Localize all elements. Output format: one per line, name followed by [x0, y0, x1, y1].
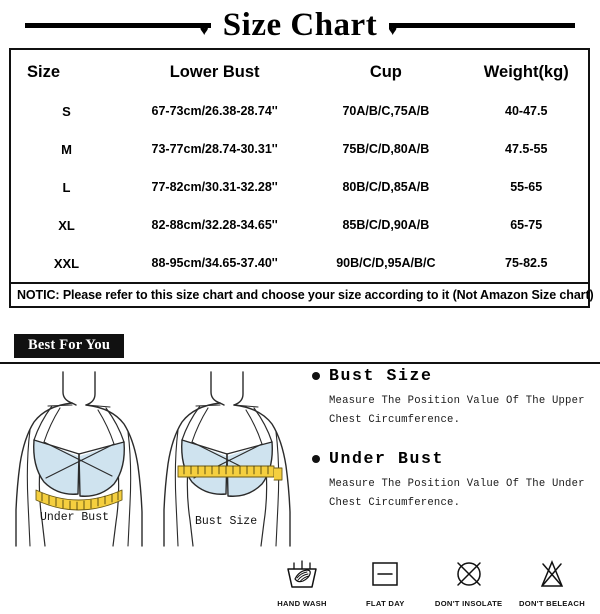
care-label: HAND WASH [277, 599, 327, 608]
cell-weight: 55-65 [510, 180, 543, 194]
best-for-you-banner: Best For You [0, 334, 600, 364]
cell-size: L [62, 179, 71, 195]
title-rule-left: ♥ [24, 22, 211, 38]
measure-item-under-bust: Under Bust Measure The Position Value Of… [312, 449, 594, 514]
figure-label-under-bust: Under Bust [40, 511, 109, 524]
size-chart-table: Size Lower Bust Cup Weight(kg) S 67-73cm… [9, 48, 594, 308]
cell-weight: 40-47.5 [505, 104, 548, 118]
cell-cup: 90B/C/D,95A/B/C [336, 256, 436, 270]
care-label: DON'T BELEACH [518, 599, 585, 608]
cell-lower-bust: 88-95cm/34.65-37.40'' [151, 256, 278, 270]
cell-size: XXL [53, 255, 80, 271]
measure-description-line: Chest Circumference. [329, 497, 461, 510]
measurement-illustrations: Under Bust Bust Size [0, 370, 300, 547]
table-row: S 67-73cm/26.38-28.74'' 70A/B/C,75A/B 40… [11, 92, 588, 130]
cell-lower-bust: 82-88cm/32.28-34.65'' [151, 218, 278, 232]
heart-icon: ♥ [199, 21, 209, 39]
column-header-weight: Weight(kg) [483, 62, 569, 81]
measurement-guide-section: Under Bust Bust Size Bust Size Measure T… [0, 364, 600, 614]
measure-description-line: Measure The Position Value Of The Upper [329, 394, 585, 407]
measure-description: Measure The Position Value Of The Upper … [329, 392, 594, 431]
cell-cup: 70A/B/C,75A/B [342, 104, 430, 118]
cell-weight: 65-75 [510, 218, 543, 232]
measure-description-line: Measure The Position Value Of The Under [329, 477, 585, 490]
measure-heading-text: Under Bust [329, 448, 445, 468]
cell-cup: 85B/C/D,90A/B [342, 218, 430, 232]
bullet-icon [312, 454, 320, 463]
dry-flat-icon [345, 553, 425, 595]
no-tumble-dry-icon [429, 553, 509, 595]
heart-icon: ♥ [388, 21, 398, 39]
cell-size: M [61, 141, 72, 157]
cell-size: XL [58, 217, 75, 233]
table-notice-row: NOTIC: Please refer to this size chart a… [11, 282, 594, 306]
table-row: XL 82-88cm/32.28-34.65'' 85B/C/D,90A/B 6… [11, 206, 588, 244]
cell-lower-bust: 67-73cm/26.38-28.74'' [151, 104, 278, 118]
hand-wash-icon [262, 553, 342, 595]
table-row: M 73-77cm/28.74-30.31'' 75B/C/D,80A/B 47… [11, 130, 588, 168]
measurement-text-column: Bust Size Measure The Position Value Of … [312, 366, 594, 532]
measure-heading-text: Bust Size [329, 366, 433, 385]
measure-heading: Under Bust [312, 449, 594, 469]
cell-size: S [62, 103, 71, 119]
cell-cup: 80B/C/D,85A/B [342, 180, 430, 194]
cell-cup: 75B/C/D,80A/B [342, 142, 430, 156]
cell-lower-bust: 73-77cm/28.74-30.31'' [151, 142, 278, 156]
cell-weight: 75-82.5 [505, 256, 548, 270]
no-bleach-icon [512, 553, 592, 595]
bullet-icon [312, 371, 320, 380]
best-for-you-label: Best For You [14, 334, 125, 359]
column-header-cup: Cup [369, 62, 402, 81]
table-header-row: Size Lower Bust Cup Weight(kg) [11, 50, 588, 92]
table-row: XXL 88-95cm/34.65-37.40'' 90B/C/D,95A/B/… [11, 244, 588, 283]
cell-weight: 47.5-55 [505, 142, 548, 156]
measure-description: Measure The Position Value Of The Under … [329, 475, 594, 514]
column-header-size: Size [27, 62, 61, 81]
measure-heading: Bust Size [312, 366, 594, 386]
figure-label-bust-size: Bust Size [195, 515, 257, 528]
title-rule-right: ♥ [388, 22, 576, 38]
torso-figures-svg: Under Bust Bust Size [15, 371, 291, 547]
table-row: L 77-82cm/30.31-32.28'' 80B/C/D,85A/B 55… [11, 168, 588, 206]
notice-text: NOTIC: Please refer to this size chart a… [11, 282, 594, 306]
page-title-bar: ♥ Size Chart ♥ [0, 0, 600, 48]
page-title: Size Chart [222, 6, 378, 43]
cell-lower-bust: 77-82cm/30.31-32.28'' [151, 180, 278, 194]
measure-description-line: Chest Circumference. [329, 414, 461, 427]
care-label: FLAT DAY [365, 599, 405, 608]
measure-item-bust-size: Bust Size Measure The Position Value Of … [312, 366, 594, 431]
care-label: DON'T INSOLATE [434, 599, 503, 608]
column-header-lower-bust: Lower Bust [169, 62, 260, 81]
